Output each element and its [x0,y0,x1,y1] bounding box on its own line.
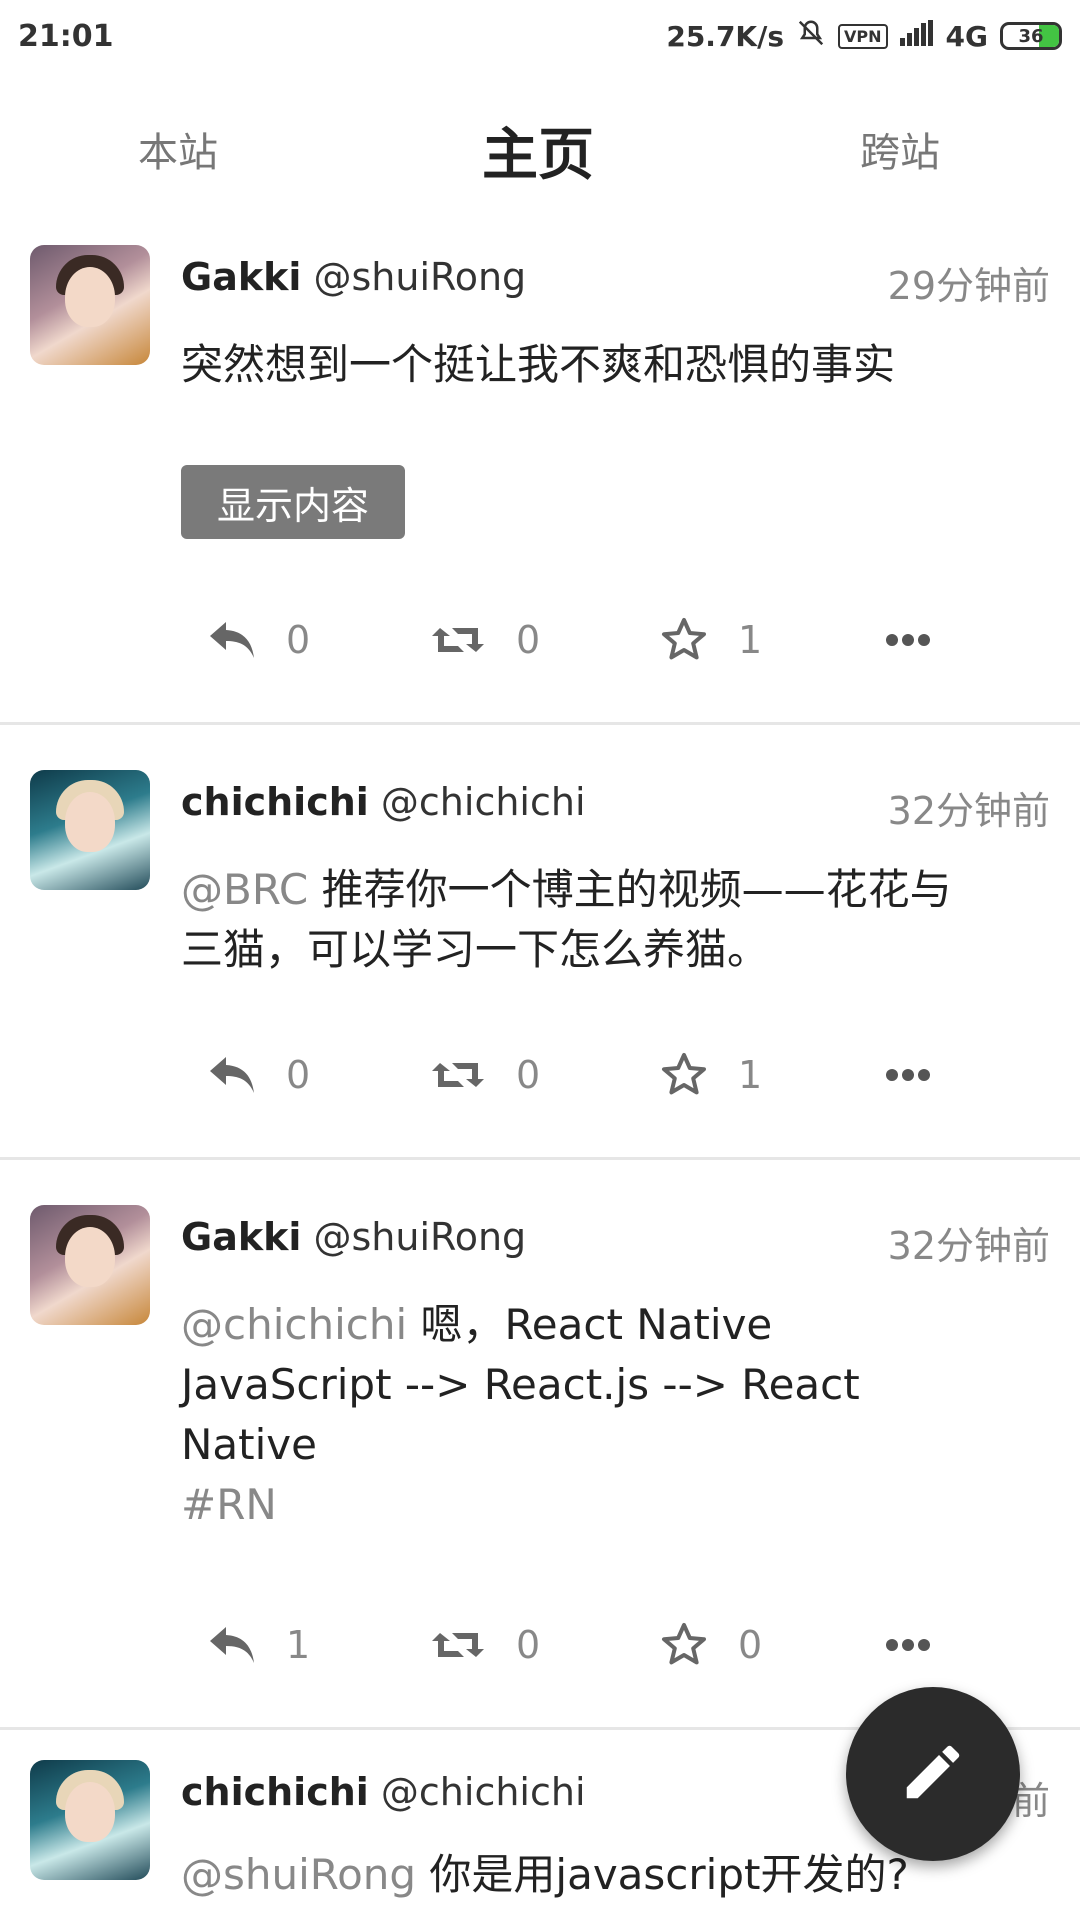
post-text: 你是用javascript开发的? [416,1850,909,1899]
boost-count: 0 [516,1623,541,1667]
tab-local[interactable]: 本站 [138,120,218,178]
more-button[interactable] [885,1610,931,1680]
post-content: @shuiRong 你是用javascript开发的? [181,1845,1001,1905]
battery-icon: 36 [1000,22,1062,50]
boost-button[interactable]: 0 [430,605,540,675]
boost-button[interactable]: 0 [430,1040,540,1110]
more-icon [885,633,931,647]
display-name: chichichi [181,780,369,824]
more-button[interactable] [885,605,931,675]
user-handle: @shuiRong [313,1215,527,1259]
post-time: 32分钟前 [887,1224,1050,1268]
post-item[interactable]: Gakki @shuiRong 32分钟前 @chichichi 嗯，React… [0,1175,1080,1730]
post-item[interactable]: Gakki @shuiRong 29分钟前 突然想到一个挺让我不爽和恐惧的事实 … [0,215,1080,725]
reply-button[interactable]: 0 [208,1040,310,1110]
reply-count: 1 [286,1623,311,1667]
post-author[interactable]: Gakki @shuiRong [181,255,526,299]
post-text-line3: Native [181,1420,317,1469]
favorite-button[interactable]: 0 [660,1610,762,1680]
reply-button[interactable]: 0 [208,605,310,675]
post-time: 32分钟前 [887,789,1050,833]
post-actions: 1 0 0 [0,1610,1080,1680]
reply-icon [208,1055,256,1095]
post-text-line1: 嗯，React Native [407,1300,773,1349]
hashtag-link[interactable]: #RN [181,1475,1001,1535]
reply-button[interactable]: 1 [208,1610,310,1680]
mute-icon [796,18,826,55]
network-speed: 25.7K/s [666,19,785,53]
display-name: Gakki [181,1215,302,1259]
star-icon [660,617,708,663]
post-content: @BRC 推荐你一个博主的视频——花花与三猫，可以学习一下怎么养猫。 [181,860,981,980]
status-time: 21:01 [18,18,114,54]
network-type: 4G [945,19,988,53]
favorite-button[interactable]: 1 [660,605,762,675]
boost-icon [430,1057,486,1093]
show-content-button[interactable]: 显示内容 [181,465,405,539]
avatar[interactable] [30,1760,150,1880]
post-time: 29分钟前 [887,264,1050,308]
status-bar: 21:01 25.7K/s VPN 4G 36 [0,0,1080,72]
more-icon [885,1638,931,1652]
user-handle: @chichichi [380,1770,586,1814]
reply-icon [208,1625,256,1665]
star-icon [660,1622,708,1668]
boost-icon [430,622,486,658]
user-handle: @shuiRong [313,255,527,299]
mention-link[interactable]: @chichichi [181,1300,407,1349]
boost-count: 0 [516,618,541,662]
compose-button[interactable] [846,1687,1020,1861]
battery-level: 36 [1018,25,1044,47]
more-button[interactable] [885,1040,931,1110]
post-text-line2: JavaScript --> React.js --> React [181,1360,860,1409]
boost-icon [430,1627,486,1663]
mention-link[interactable]: @shuiRong [181,1850,416,1899]
avatar[interactable] [30,770,150,890]
boost-count: 0 [516,1053,541,1097]
post-author[interactable]: Gakki @shuiRong [181,1215,526,1259]
signal-icon [899,19,934,53]
pencil-icon [898,1737,968,1811]
tab-federated[interactable]: 跨站 [860,120,940,178]
post-content: @chichichi 嗯，React Native JavaScript -->… [181,1295,1001,1535]
favorite-count: 1 [738,1053,763,1097]
post-actions: 0 0 1 [0,1040,1080,1110]
display-name: chichichi [181,1770,369,1814]
vpn-icon: VPN [838,23,888,49]
star-icon [660,1052,708,1098]
favorite-count: 1 [738,618,763,662]
reply-icon [208,620,256,660]
tab-home[interactable]: 主页 [482,110,594,191]
post-item[interactable]: chichichi @chichichi 32分钟前 @BRC 推荐你一个博主的… [0,740,1080,1160]
reply-count: 0 [286,1053,311,1097]
reply-count: 0 [286,618,311,662]
display-name: Gakki [181,255,302,299]
avatar[interactable] [30,245,150,365]
more-icon [885,1068,931,1082]
post-content: 突然想到一个挺让我不爽和恐惧的事实 [181,340,896,389]
favorite-button[interactable]: 1 [660,1040,762,1110]
post-author[interactable]: chichichi @chichichi [181,780,586,824]
post-author[interactable]: chichichi @chichichi [181,1770,586,1814]
status-right: 25.7K/s VPN 4G 36 [666,18,1062,55]
mention-link[interactable]: @BRC [181,865,308,914]
avatar[interactable] [30,1205,150,1325]
favorite-count: 0 [738,1623,763,1667]
top-tabs: 本站 主页 跨站 [0,90,1080,210]
post-actions: 0 0 1 [0,605,1080,675]
boost-button[interactable]: 0 [430,1610,540,1680]
user-handle: @chichichi [380,780,586,824]
